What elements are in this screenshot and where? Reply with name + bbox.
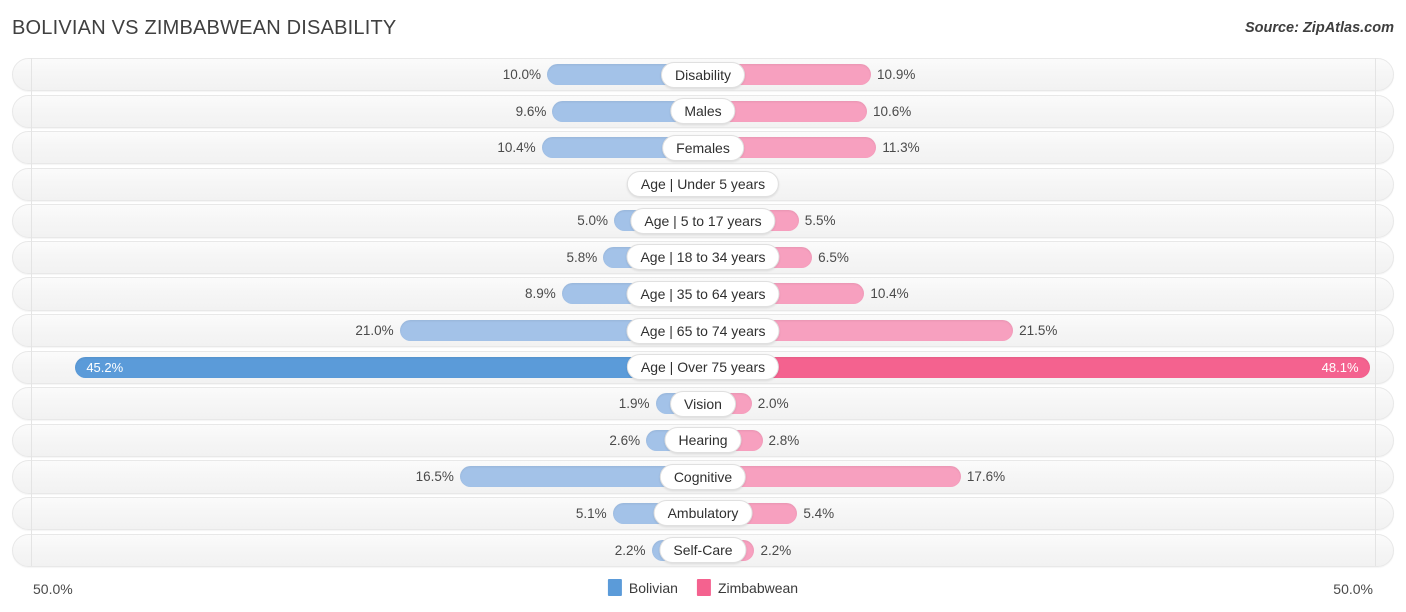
chart-row: 2.6% 2.8% Hearing <box>0 423 1406 457</box>
value-label-bolivian: 1.9% <box>618 396 650 412</box>
axis-label-left: 50.0% <box>33 581 73 597</box>
legend-item[interactable]: Bolivian <box>607 579 678 596</box>
category-label[interactable]: Age | 18 to 34 years <box>626 244 780 271</box>
category-label[interactable]: Cognitive <box>659 463 747 490</box>
value-label-zimbabwean: 5.5% <box>804 213 836 229</box>
chart-row: 9.6% 10.6% Males <box>0 94 1406 128</box>
value-label-bolivian: 2.6% <box>609 432 641 448</box>
value-label-bolivian: 8.9% <box>524 286 556 302</box>
value-label-bolivian: 45.2% <box>86 359 124 375</box>
bar-zimbabwean <box>703 356 1370 378</box>
chart-rows: 10.0% 10.9% Disability 9.6% 10.6% Males 10.4% 1… <box>0 58 1406 570</box>
value-label-zimbabwean: 11.3% <box>882 140 920 156</box>
category-label[interactable]: Age | Over 75 years <box>626 354 780 381</box>
value-label-zimbabwean: 5.4% <box>803 505 835 521</box>
value-label-zimbabwean: 6.5% <box>818 249 849 265</box>
value-label-bolivian: 16.5% <box>415 469 454 485</box>
category-label[interactable]: Hearing <box>664 427 742 454</box>
chart-row: 21.0% 21.5% Age | 65 to 74 years <box>0 314 1406 348</box>
chart-footer: 50.0% 50.0% Bolivian Zimbabwean <box>0 572 1406 612</box>
category-label[interactable]: Self-Care <box>659 537 747 564</box>
value-label-bolivian: 2.2% <box>614 542 646 558</box>
category-label[interactable]: Ambulatory <box>653 500 753 527</box>
chart-plot-area: 10.0% 10.9% Disability 9.6% 10.6% Males 10.4% 1… <box>0 58 1406 572</box>
value-label-bolivian: 5.8% <box>566 249 598 265</box>
value-label-zimbabwean: 17.6% <box>966 469 1006 485</box>
value-label-zimbabwean: 2.0% <box>757 396 789 412</box>
chart-row: 45.2% 48.1% Age | Over 75 years <box>0 350 1406 384</box>
legend-label: Bolivian <box>628 579 678 596</box>
legend-item[interactable]: Zimbabwean <box>696 579 799 596</box>
legend-swatch-icon <box>607 579 622 596</box>
chart-row: 16.5% 17.6% Cognitive <box>0 460 1406 494</box>
chart-row: 1.0%1.2%Age | Under 5 years <box>0 167 1406 201</box>
value-label-zimbabwean: 2.8% <box>768 432 800 448</box>
value-label-bolivian: 9.6% <box>515 103 547 119</box>
source-attribution: Source: ZipAtlas.com <box>1244 20 1394 36</box>
value-label-zimbabwean: 10.6% <box>873 103 912 119</box>
category-label[interactable]: Age | 5 to 17 years <box>630 207 776 234</box>
value-label-bolivian: 10.4% <box>497 140 536 156</box>
category-label[interactable]: Vision <box>670 390 736 417</box>
chart-row: 5.1% 5.4% Ambulatory <box>0 496 1406 531</box>
value-label-zimbabwean: 10.4% <box>870 286 909 302</box>
value-label-bolivian: 21.0% <box>355 323 394 339</box>
value-label-bolivian: 10.0% <box>502 67 541 82</box>
value-label-zimbabwean: 10.9% <box>877 67 916 82</box>
chart-row: 2.2% 2.2% Self-Care <box>0 533 1406 567</box>
page-title: BOLIVIAN VS ZIMBABWEAN DISABILITY <box>12 17 397 39</box>
category-label[interactable]: Males <box>670 98 736 125</box>
chart-row: 10.4% 11.3% Females <box>0 131 1406 165</box>
value-label-zimbabwean: 48.1% <box>1321 359 1359 375</box>
chart-header: BOLIVIAN VS ZIMBABWEAN DISABILITY Source… <box>0 0 1406 55</box>
legend-label: Zimbabwean <box>717 579 799 596</box>
value-label-bolivian: 5.1% <box>575 505 607 521</box>
chart-legend: Bolivian Zimbabwean <box>607 579 799 596</box>
category-label[interactable]: Age | Under 5 years <box>626 171 780 198</box>
axis-label-right: 50.0% <box>1333 581 1373 597</box>
bar-bolivian <box>75 356 703 378</box>
value-label-zimbabwean: 21.5% <box>1019 323 1058 339</box>
chart-row: 5.8% 6.5% Age | 18 to 34 years <box>0 240 1406 275</box>
category-label[interactable]: Females <box>662 134 744 161</box>
value-label-bolivian: 5.0% <box>577 213 608 229</box>
category-label[interactable]: Age | 65 to 74 years <box>626 317 780 344</box>
category-label[interactable]: Disability <box>660 61 746 88</box>
chart-row: 8.9% 10.4% Age | 35 to 64 years <box>0 277 1406 311</box>
chart-row: 5.0% 5.5% Age | 5 to 17 years <box>0 204 1406 238</box>
chart-row: 1.9% 2.0% Vision <box>0 387 1406 421</box>
chart-row: 10.0% 10.9% Disability <box>0 58 1406 92</box>
value-label-zimbabwean: 2.2% <box>760 542 792 558</box>
legend-swatch-icon <box>696 579 711 596</box>
category-label[interactable]: Age | 35 to 64 years <box>626 280 780 307</box>
